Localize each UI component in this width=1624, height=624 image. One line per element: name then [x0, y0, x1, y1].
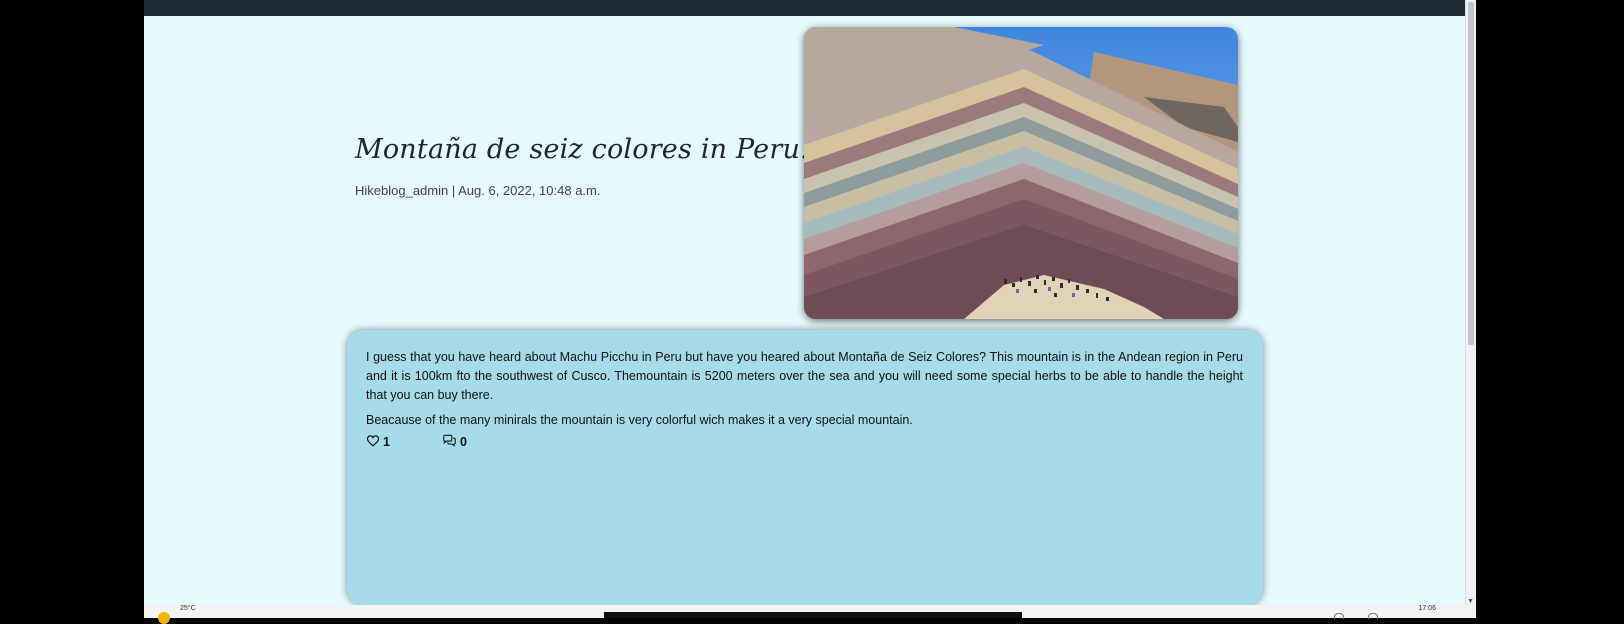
scrollbar-thumb[interactable] [1468, 2, 1474, 345]
post-meta: Hikeblog_admin | Aug. 6, 2022, 10:48 a.m… [355, 183, 601, 198]
system-tray-icon[interactable] [1334, 613, 1344, 619]
site-navbar [144, 0, 1466, 16]
comments-button[interactable]: 0 [442, 434, 467, 450]
post-paragraph: Beacause of the many minirals the mounta… [366, 413, 913, 427]
post-body: I guess that you have heard about Machu … [366, 348, 1243, 436]
post-paragraph: I guess that you have heard about Machu … [366, 350, 1243, 402]
post-title: Montaña de seiz colores in Peru. [355, 134, 809, 165]
browser-viewport: Montaña de seiz colores in Peru. Hikeblo… [144, 0, 1476, 618]
rainbow-mountain-image [804, 27, 1238, 319]
taskbar-clock: 17:06 [1418, 605, 1436, 612]
weather-sun-icon[interactable] [158, 612, 170, 624]
like-count: 1 [383, 435, 390, 449]
post-stats: 1 0 [366, 434, 467, 450]
comment-count: 0 [459, 435, 467, 449]
taskbar-apps[interactable] [604, 612, 1022, 618]
heart-outline-icon [366, 434, 380, 450]
scroll-down-arrow-icon[interactable]: ▼ [1467, 598, 1474, 605]
post-hero-image [804, 27, 1238, 319]
post-content-card: I guess that you have heard about Machu … [347, 330, 1263, 605]
os-taskbar: 25°C 17:06 [144, 605, 1476, 624]
chat-bubbles-icon [442, 434, 457, 450]
network-icon[interactable] [1368, 613, 1378, 619]
weather-temperature: 25°C [180, 605, 196, 612]
page-scrollbar[interactable]: ▼ [1465, 0, 1476, 605]
like-button[interactable]: 1 [366, 434, 390, 450]
